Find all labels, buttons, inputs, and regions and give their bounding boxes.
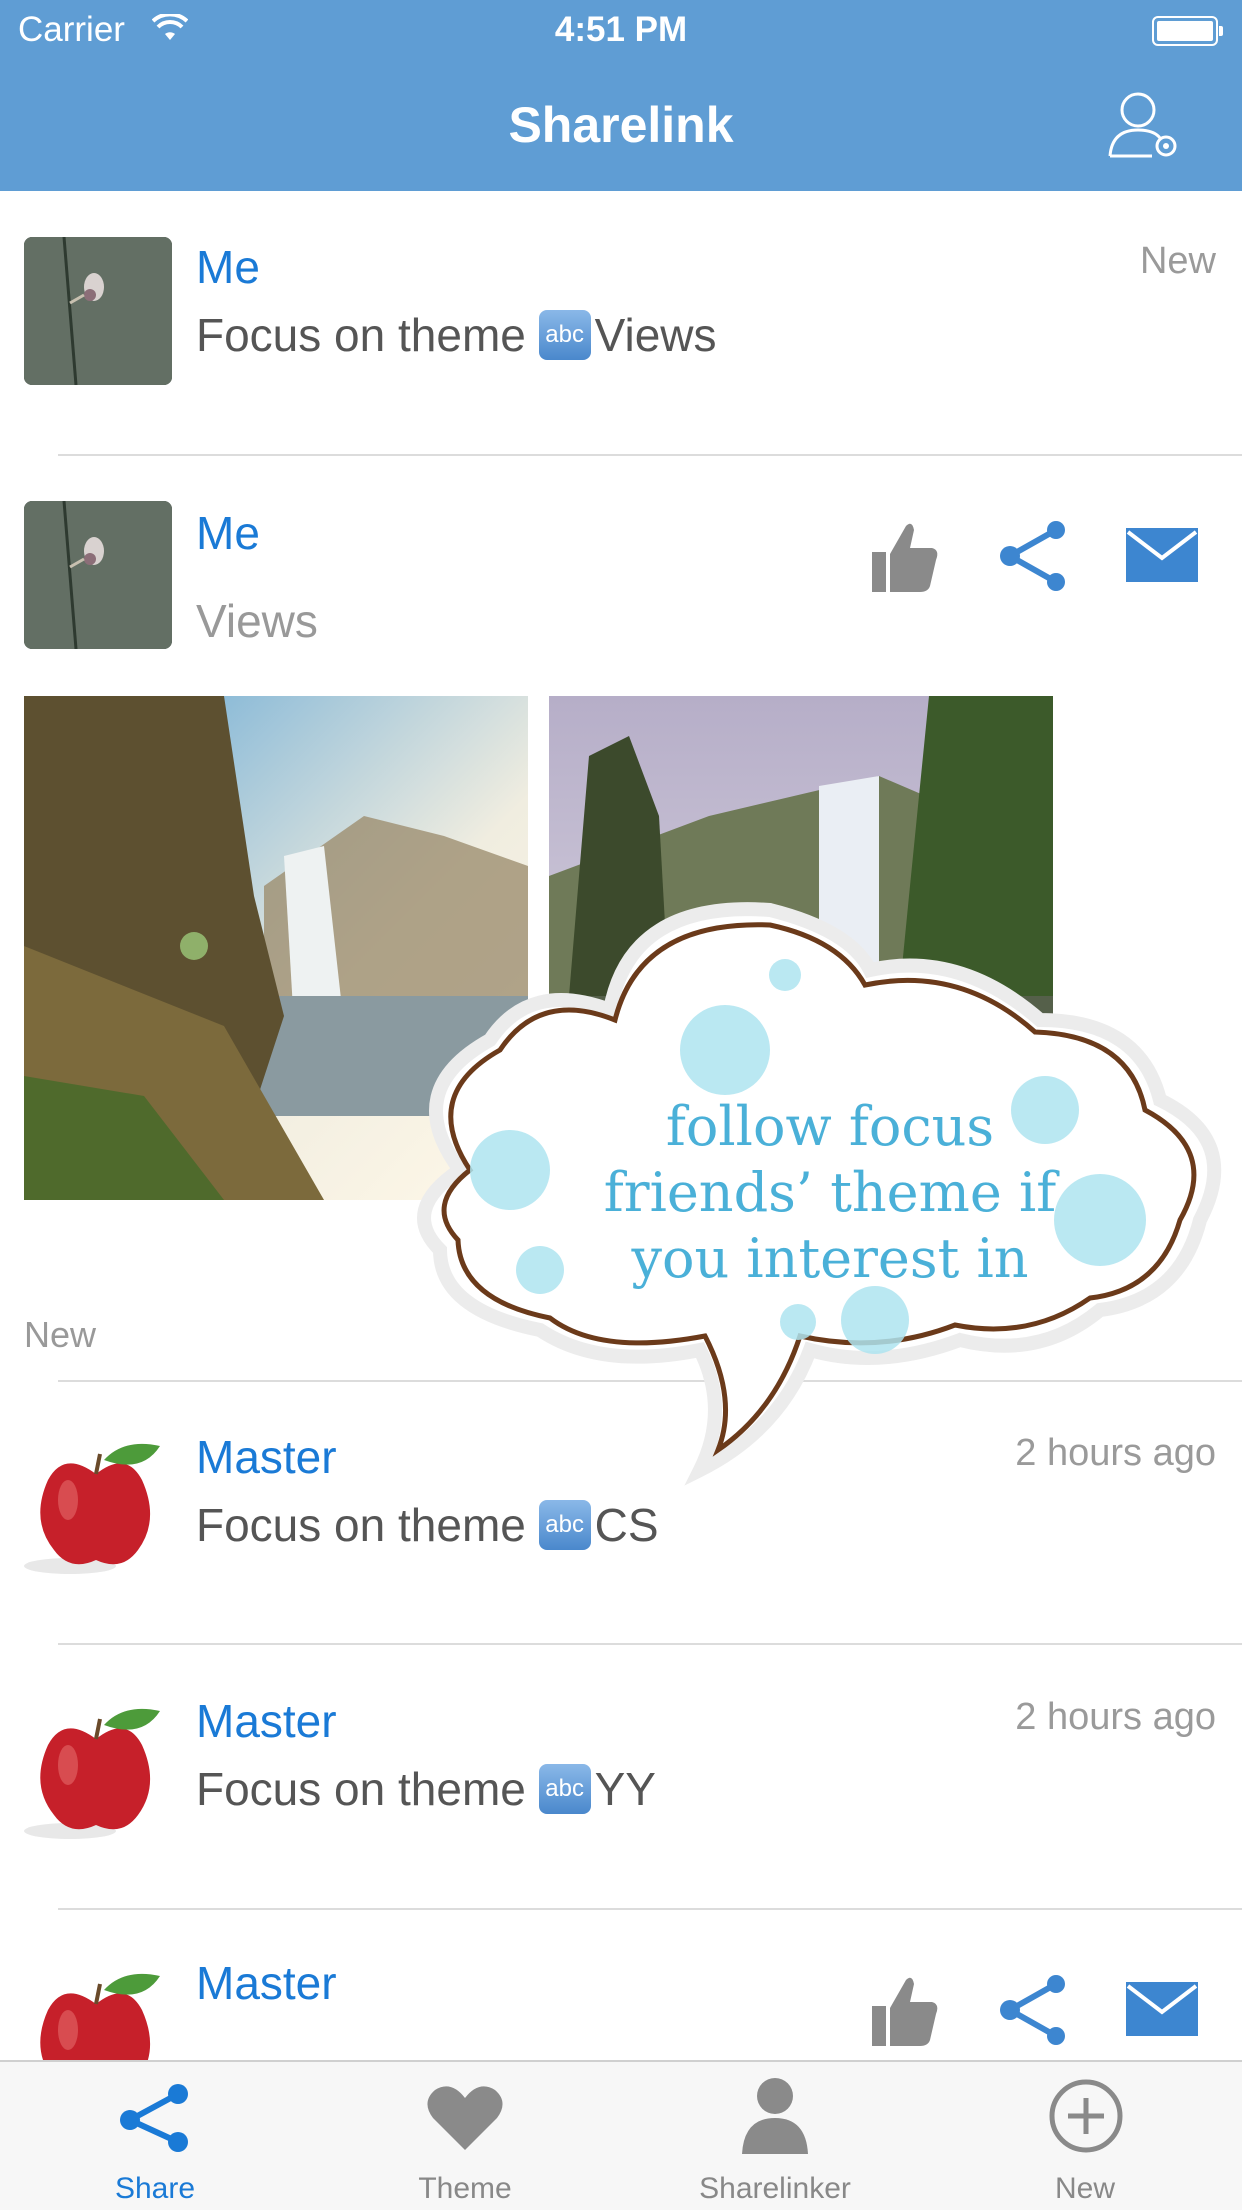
tab-sharelinker[interactable]: Sharelinker <box>620 2060 930 2208</box>
plus-circle-icon <box>1049 2079 1123 2153</box>
mail-icon[interactable] <box>1126 1982 1198 2036</box>
abc-emoji-icon: abc <box>538 1763 591 1814</box>
tab-label: Sharelinker <box>699 2172 851 2205</box>
tab-theme[interactable]: Theme <box>310 2060 620 2208</box>
avatar[interactable] <box>24 237 172 385</box>
tab-share[interactable]: Share <box>0 2060 310 2208</box>
tooltip-text: follow focus friends’ theme if you inter… <box>603 1095 1057 1290</box>
mail-icon[interactable] <box>1126 528 1198 582</box>
user-name[interactable]: Master <box>196 1694 337 1748</box>
user-name[interactable]: Master <box>196 1430 337 1484</box>
post-text: Focus on theme abc Views <box>196 309 717 361</box>
divider <box>58 1643 1242 1645</box>
apple-thumbnail[interactable] <box>24 1970 160 2060</box>
tab-new[interactable]: New <box>930 2060 1240 2208</box>
apple-thumbnail[interactable] <box>24 1705 160 1841</box>
thumbs-up-icon[interactable] <box>870 520 940 594</box>
list-item[interactable]: Master <box>0 1910 1242 2060</box>
thumbs-up-icon[interactable] <box>870 1974 940 2048</box>
user-name[interactable]: Master <box>196 1956 337 2010</box>
avatar[interactable] <box>24 501 172 649</box>
share-icon <box>120 2084 188 2152</box>
tab-label: New <box>1054 2172 1115 2205</box>
post-subtitle: Views <box>196 595 318 647</box>
page-title: Sharelink <box>508 97 734 153</box>
apple-thumbnail[interactable] <box>24 1440 160 1576</box>
snail-thumbnail <box>24 501 172 649</box>
status-time: 4:51 PM <box>554 10 688 49</box>
share-icon[interactable] <box>996 1974 1070 2046</box>
battery-icon <box>1152 16 1223 46</box>
divider <box>58 454 1242 456</box>
user-name[interactable]: Me <box>196 240 260 294</box>
person-icon <box>742 2078 808 2154</box>
post-time: New <box>1139 240 1216 282</box>
post-time: 2 hours ago <box>1015 1696 1216 1738</box>
tab-label: Share <box>114 2172 196 2205</box>
tab-label: Theme <box>418 2172 512 2205</box>
post-text: Focus on theme abc YY <box>196 1763 656 1815</box>
snail-thumbnail <box>24 237 172 385</box>
abc-emoji-icon: abc <box>538 309 591 360</box>
section-label: New <box>24 1314 97 1355</box>
share-icon[interactable] <box>996 520 1070 592</box>
user-name[interactable]: Me <box>196 506 260 560</box>
user-gear-icon[interactable] <box>1108 86 1182 162</box>
heart-icon <box>427 2086 503 2150</box>
